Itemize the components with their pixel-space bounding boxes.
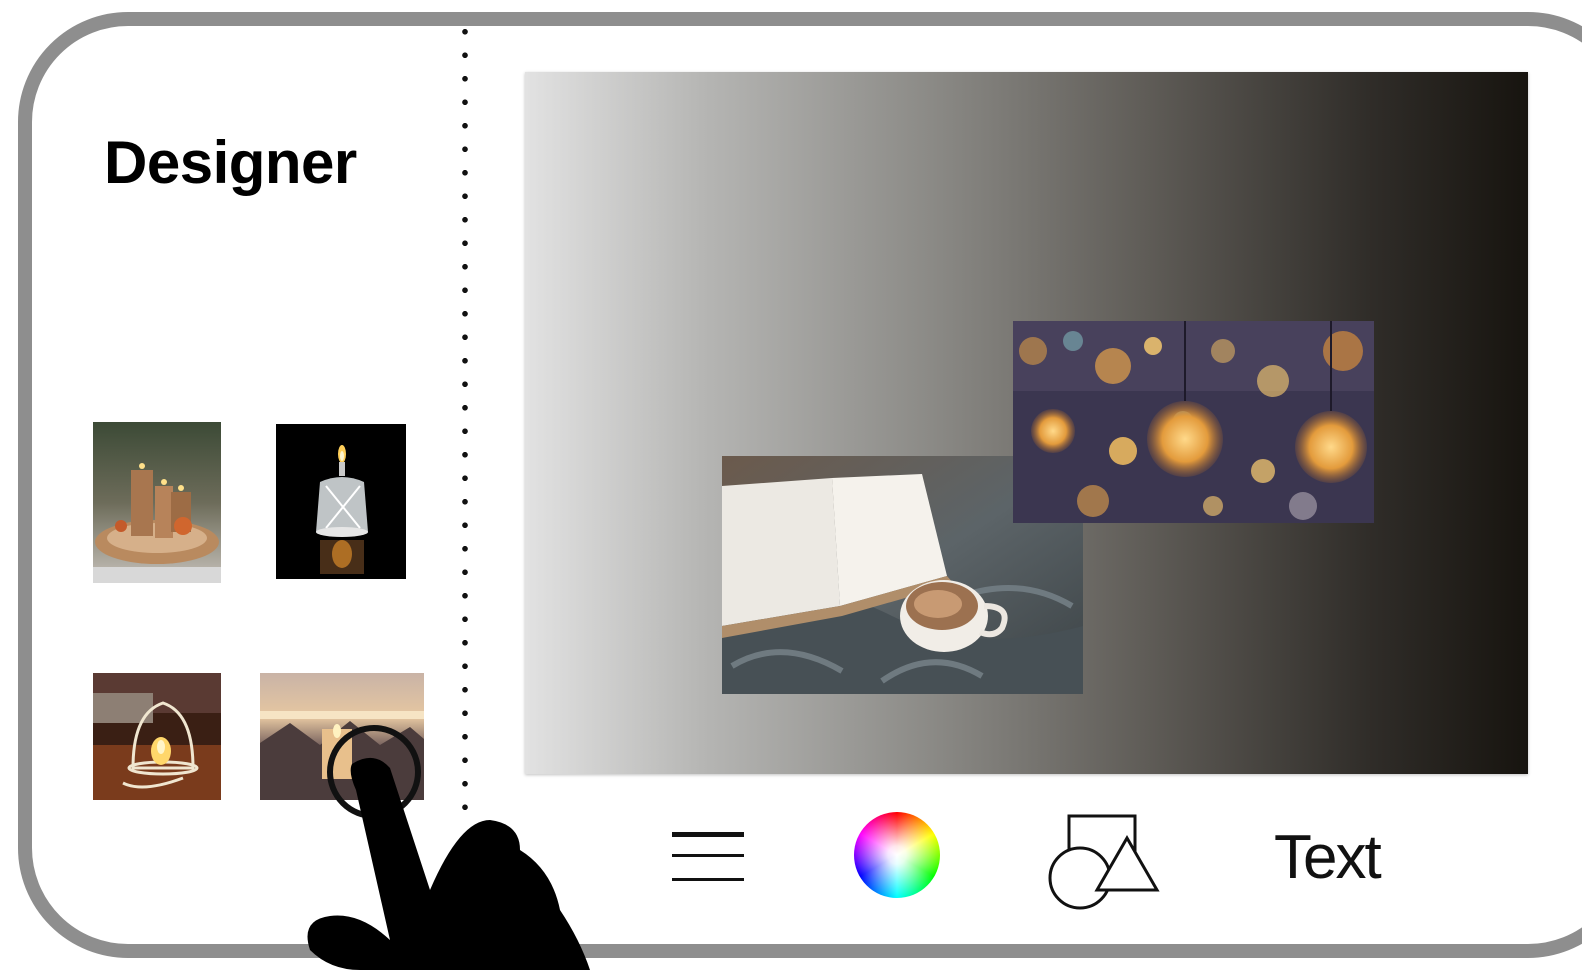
color-button[interactable] bbox=[854, 812, 940, 898]
page-title: Designer bbox=[104, 129, 357, 196]
shapes-icon bbox=[1048, 814, 1160, 910]
shapes-button[interactable] bbox=[1048, 814, 1162, 912]
hamburger-menu-icon bbox=[672, 832, 744, 881]
placed-image-string-lights-bokeh[interactable] bbox=[1013, 321, 1374, 523]
thumbnail-candle-birdcage[interactable] bbox=[93, 673, 221, 800]
thumbnail-candle-jar[interactable] bbox=[276, 424, 406, 579]
sidebar-divider bbox=[461, 20, 469, 820]
thumbnail-candles-tray[interactable] bbox=[93, 422, 221, 583]
text-tool-button[interactable]: Text bbox=[1274, 822, 1382, 893]
design-canvas[interactable] bbox=[525, 72, 1528, 774]
menu-button[interactable] bbox=[672, 828, 744, 888]
thumbnail-candle-sunset[interactable] bbox=[260, 673, 424, 800]
